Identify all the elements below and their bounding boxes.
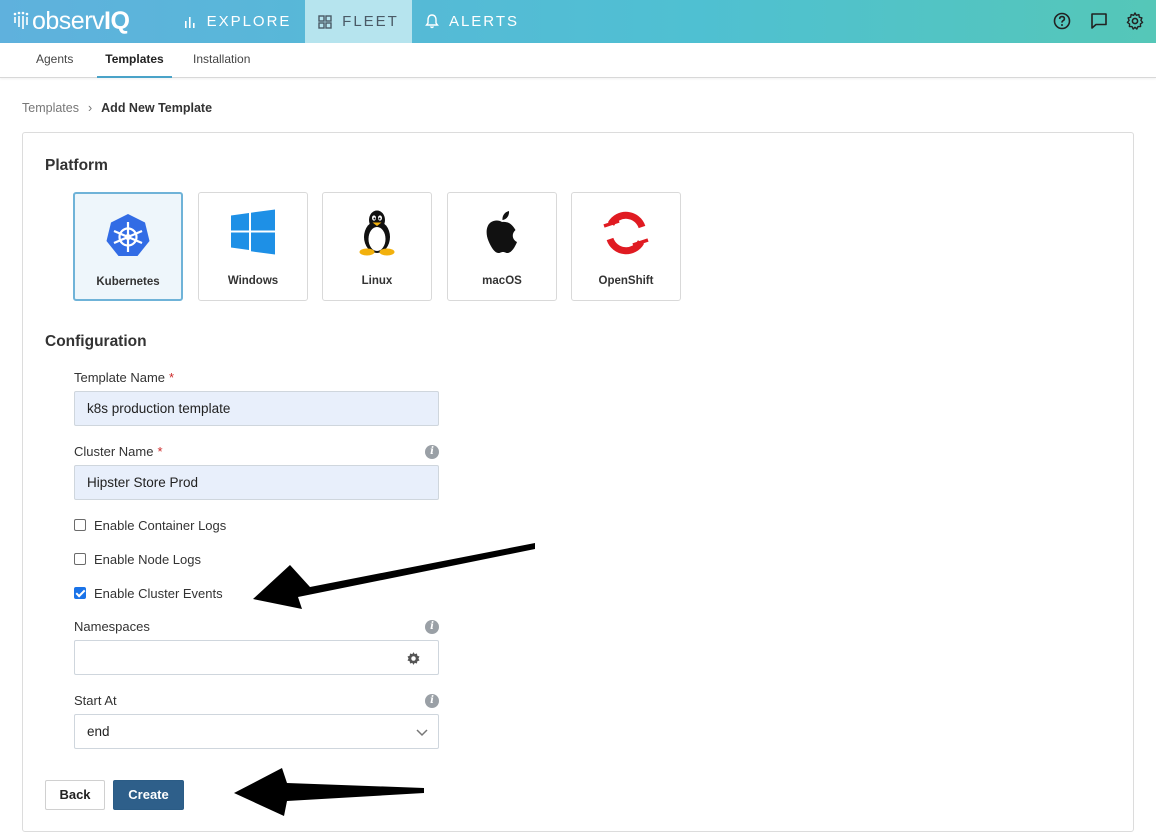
tab-templates[interactable]: Templates	[97, 43, 172, 78]
platform-linux-label: Linux	[361, 275, 393, 287]
breadcrumb-templates-link[interactable]: Templates	[22, 101, 79, 115]
required-mark: *	[169, 370, 175, 385]
template-name-label-text: Template Name	[74, 370, 166, 385]
help-icon[interactable]	[1052, 11, 1072, 31]
openshift-icon	[603, 211, 649, 255]
start-at-select[interactable]: end	[74, 714, 439, 749]
platform-openshift-label: OpenShift	[598, 275, 654, 287]
platform-windows[interactable]: Windows	[198, 192, 308, 301]
start-at-label: Start At	[74, 693, 117, 708]
platform-windows-label: Windows	[227, 275, 279, 287]
nav-fleet[interactable]: FLEET	[305, 0, 412, 43]
platform-macos-label: macOS	[482, 275, 522, 287]
enable-cluster-events-option[interactable]: Enable Cluster Events	[74, 585, 223, 601]
bell-icon	[425, 14, 439, 29]
platform-kubernetes[interactable]: Kubernetes	[73, 192, 183, 301]
start-at-value: end	[87, 724, 110, 739]
logo-mark-icon	[13, 11, 29, 29]
settings-icon[interactable]	[1125, 11, 1145, 31]
logo-text-observ: observ	[32, 6, 105, 35]
platform-linux[interactable]: Linux	[322, 192, 432, 301]
enable-cluster-events-checkbox[interactable]	[74, 587, 86, 599]
bar-chart-icon	[184, 16, 195, 28]
namespaces-input[interactable]	[74, 640, 439, 675]
nav-explore-label: EXPLORE	[206, 13, 292, 30]
info-icon[interactable]: i	[425, 445, 439, 459]
nav-alerts[interactable]: ALERTS	[413, 0, 531, 43]
sub-tab-bar: Agents Templates Installation	[0, 43, 1156, 78]
chat-icon[interactable]	[1089, 11, 1109, 31]
create-button[interactable]: Create	[113, 780, 184, 810]
configuration-section-title: Configuration	[45, 333, 147, 350]
tab-agents[interactable]: Agents	[36, 43, 73, 78]
linux-tux-icon	[359, 210, 395, 256]
gear-icon[interactable]	[406, 651, 421, 666]
chevron-down-icon	[416, 729, 428, 737]
annotation-arrow-icon	[253, 543, 535, 609]
enable-container-logs-option[interactable]: Enable Container Logs	[74, 517, 226, 533]
kubernetes-icon	[106, 214, 150, 256]
observiq-logo[interactable]: observ IQ	[12, 6, 130, 36]
platform-openshift[interactable]: OpenShift	[571, 192, 681, 301]
enable-container-logs-label: Enable Container Logs	[94, 517, 227, 533]
enable-node-logs-checkbox[interactable]	[74, 553, 86, 565]
enable-container-logs-checkbox[interactable]	[74, 519, 86, 531]
tab-installation[interactable]: Installation	[193, 43, 250, 78]
enable-node-logs-option[interactable]: Enable Node Logs	[74, 551, 201, 567]
breadcrumb: Templates › Add New Template	[22, 101, 212, 115]
breadcrumb-current: Add New Template	[101, 101, 213, 115]
back-button[interactable]: Back	[45, 780, 105, 810]
template-name-label: Template Name *	[74, 370, 174, 385]
nav-alerts-label: ALERTS	[448, 13, 520, 30]
apple-icon	[486, 211, 517, 253]
top-nav-bar: observ IQ EXPLORE FLEET ALERTS	[0, 0, 1156, 43]
nav-fleet-label: FLEET	[342, 13, 399, 30]
cluster-name-label-text: Cluster Name	[74, 444, 154, 459]
logo-text-iq: IQ	[104, 6, 130, 35]
annotation-arrow-icon	[234, 768, 424, 816]
cluster-name-label: Cluster Name *	[74, 444, 163, 459]
enable-cluster-events-label: Enable Cluster Events	[94, 585, 223, 601]
cluster-name-input[interactable]: Hipster Store Prod	[74, 465, 439, 500]
nav-explore[interactable]: EXPLORE	[170, 0, 304, 43]
template-name-input[interactable]: k8s production template	[74, 391, 439, 426]
grid-icon	[318, 14, 332, 29]
enable-node-logs-label: Enable Node Logs	[94, 551, 201, 567]
info-icon[interactable]: i	[425, 620, 439, 634]
platform-macos[interactable]: macOS	[447, 192, 557, 301]
namespaces-label: Namespaces	[74, 619, 150, 634]
info-icon[interactable]: i	[425, 694, 439, 708]
platform-section-title: Platform	[45, 157, 108, 174]
required-mark: *	[157, 444, 163, 459]
breadcrumb-separator: ›	[87, 101, 93, 115]
windows-icon	[231, 209, 275, 255]
platform-kubernetes-label: Kubernetes	[96, 276, 160, 288]
